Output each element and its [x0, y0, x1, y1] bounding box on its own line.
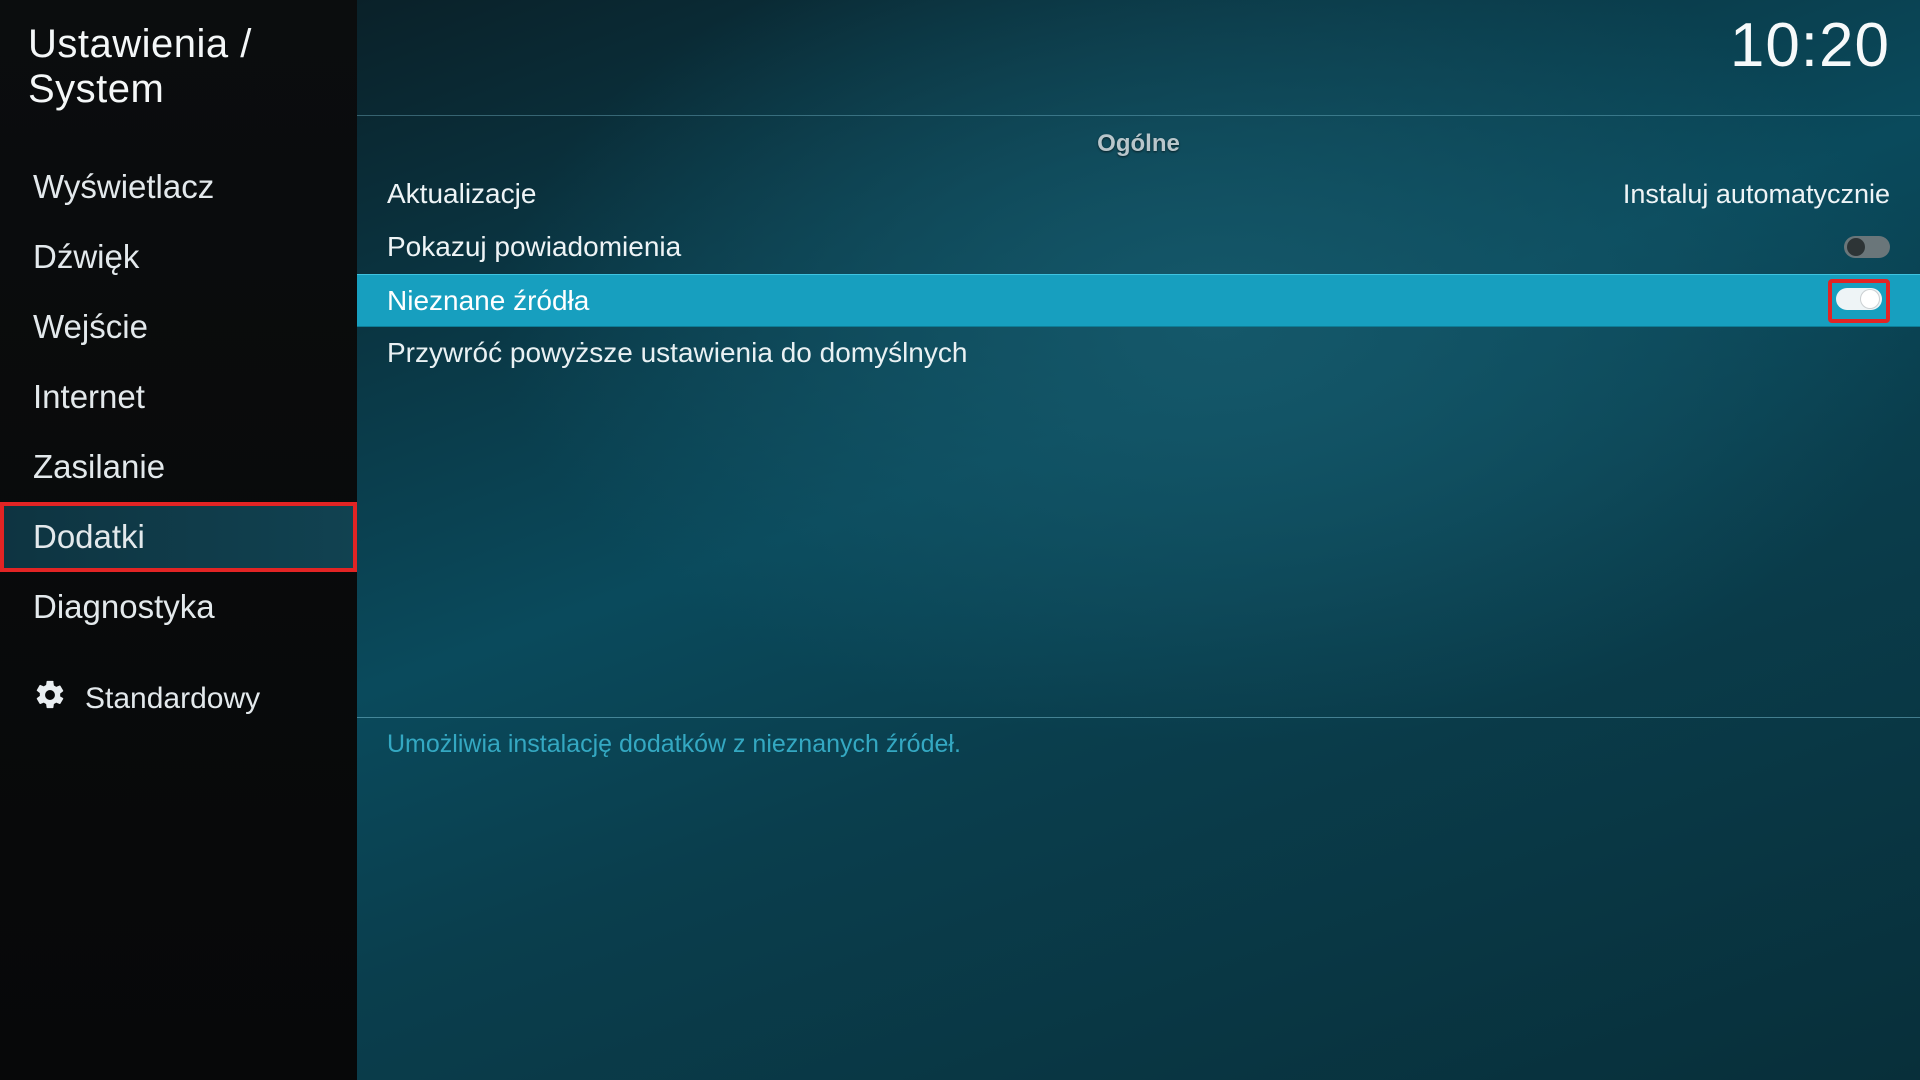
sidebar-item-power[interactable]: Zasilanie: [0, 432, 357, 502]
row-reset-defaults[interactable]: Przywróć powyższe ustawienia do domyślny…: [357, 327, 1920, 380]
sidebar-item-label: Wyświetlacz: [33, 168, 214, 205]
row-value: Instaluj automatycznie: [1623, 179, 1890, 210]
row-label: Przywróć powyższe ustawienia do domyślny…: [387, 337, 1890, 369]
settings-level-button[interactable]: Standardowy: [0, 678, 357, 1080]
description-text: Umożliwia instalację dodatków z nieznany…: [357, 730, 1920, 759]
row-label: Aktualizacje: [387, 178, 1623, 210]
highlight-box: [1828, 279, 1890, 323]
sidebar-item-audio[interactable]: Dźwięk: [0, 222, 357, 292]
sidebar-item-label: Dźwięk: [33, 238, 139, 275]
row-label: Nieznane źródła: [387, 285, 1828, 317]
sidebar-item-label: Internet: [33, 378, 145, 415]
row-updates[interactable]: Aktualizacje Instaluj automatycznie: [357, 168, 1920, 221]
sidebar: Ustawienia / System Wyświetlacz Dźwięk W…: [0, 0, 357, 1080]
row-unknown-sources[interactable]: Nieznane źródła: [357, 274, 1920, 327]
sidebar-item-label: Wejście: [33, 308, 148, 345]
toggle-notifications[interactable]: [1844, 236, 1890, 258]
gear-icon: [33, 678, 67, 720]
description-bar: Umożliwia instalację dodatków z nieznany…: [357, 717, 1920, 759]
sidebar-item-display[interactable]: Wyświetlacz: [0, 152, 357, 222]
sidebar-item-label: Diagnostyka: [33, 588, 215, 625]
main-panel: 10:20 Ogólne Aktualizacje Instaluj autom…: [357, 0, 1920, 1080]
sidebar-item-label: Zasilanie: [33, 448, 165, 485]
toggle-unknown-sources[interactable]: [1836, 288, 1882, 310]
row-notifications[interactable]: Pokazuj powiadomienia: [357, 221, 1920, 274]
sidebar-item-internet[interactable]: Internet: [0, 362, 357, 432]
settings-content: Ogólne Aktualizacje Instaluj automatyczn…: [357, 115, 1920, 380]
section-header-general: Ogólne: [357, 116, 1920, 168]
sidebar-item-logging[interactable]: Diagnostyka: [0, 572, 357, 642]
clock: 10:20: [1730, 10, 1890, 81]
divider: [357, 717, 1920, 718]
sidebar-item-label: Dodatki: [33, 518, 145, 555]
sidebar-item-addons[interactable]: Dodatki: [0, 502, 357, 572]
page-title: Ustawienia / System: [0, 0, 357, 152]
sidebar-item-input[interactable]: Wejście: [0, 292, 357, 362]
row-label: Pokazuj powiadomienia: [387, 231, 1844, 263]
settings-level-label: Standardowy: [85, 682, 260, 716]
